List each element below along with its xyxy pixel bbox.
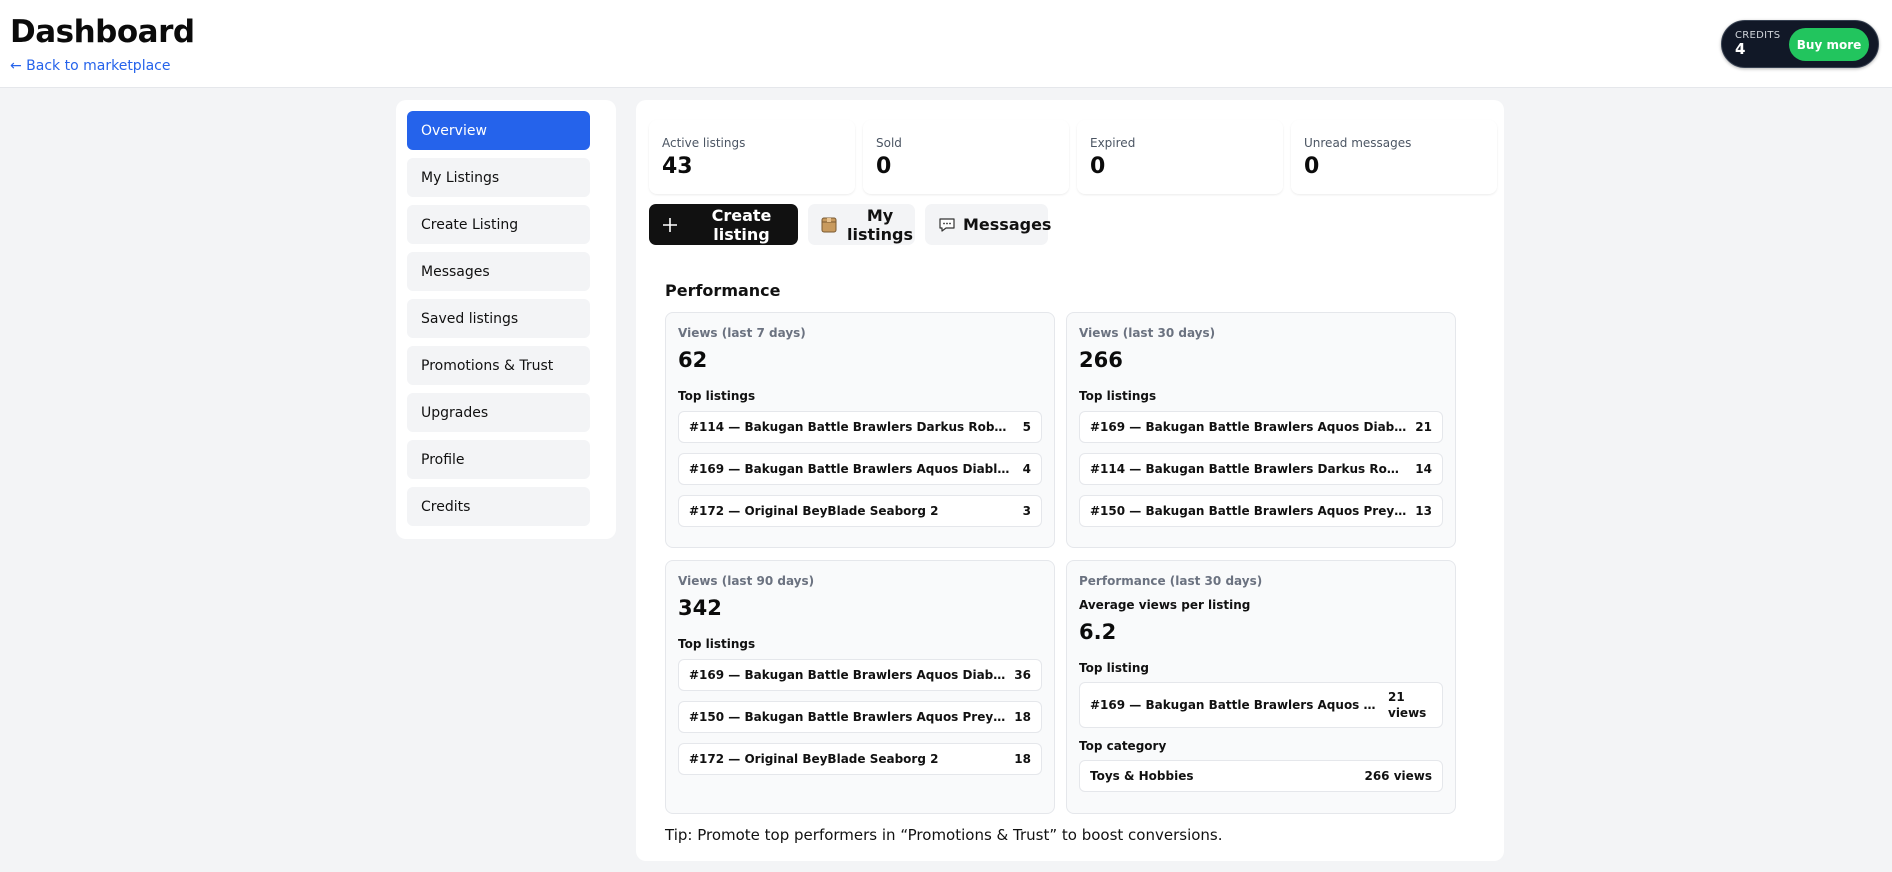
listing-title: #150 — Bakugan Battle Brawlers Aquos Pre…: [1090, 504, 1408, 518]
category-title: Toys & Hobbies: [1090, 769, 1194, 783]
card-value: 62: [678, 348, 708, 372]
listing-count: 3: [1022, 504, 1031, 518]
list-item[interactable]: #169 — Bakugan Battle Brawlers Aquos Dia…: [678, 453, 1042, 485]
top-category-label: Top category: [1079, 739, 1167, 753]
box-icon: [820, 216, 838, 234]
list-item[interactable]: #172 — Original BeyBlade Seaborg 2 18: [678, 743, 1042, 775]
listing-title: #114 — Bakugan Battle Brawlers Darkus Ro…: [689, 420, 1015, 434]
performance-summary-card: Performance (last 30 days) Average views…: [1066, 560, 1456, 814]
credits-widget: CREDITS 4 Buy more: [1721, 20, 1879, 68]
sidebar-item-messages[interactable]: Messages: [407, 252, 590, 291]
stat-value: 0: [1304, 154, 1320, 179]
top-category-row[interactable]: Toys & Hobbies 266 views: [1079, 760, 1443, 792]
listing-title: #169 — Bakugan Battle Brawlers Aquos Dia…: [1090, 420, 1407, 434]
sidebar-item-create-listing[interactable]: Create Listing: [407, 205, 590, 244]
stat-card-expired: Expired 0: [1077, 120, 1283, 194]
card-label: Views (last 7 days): [678, 326, 806, 340]
plus-icon: [662, 217, 678, 233]
listing-count: 18: [1014, 752, 1031, 766]
sidebar-item-profile[interactable]: Profile: [407, 440, 590, 479]
listing-count: 18: [1014, 710, 1031, 724]
top-listing-row[interactable]: #169 — Bakugan Battle Brawlers Aquos Dia…: [1079, 682, 1443, 728]
listing-title: #150 — Bakugan Battle Brawlers Aquos Pre…: [689, 710, 1007, 724]
listing-title: #169 — Bakugan Battle Brawlers Aquos Dia…: [689, 462, 1015, 476]
listing-count: 21 views: [1388, 690, 1427, 720]
category-count: 266 views: [1364, 769, 1432, 783]
sidebar-item-my-listings[interactable]: My Listings: [407, 158, 590, 197]
messages-button[interactable]: Messages: [925, 204, 1052, 245]
list-item[interactable]: #114 — Bakugan Battle Brawlers Darkus Ro…: [1079, 453, 1443, 485]
list-item[interactable]: #150 — Bakugan Battle Brawlers Aquos Pre…: [1079, 495, 1443, 527]
credits-value: 4: [1735, 40, 1746, 58]
listing-title: #169 — Bakugan Battle Brawlers Aquos Dia…: [1090, 698, 1380, 712]
tip-text: Tip: Promote top performers in “Promotio…: [665, 826, 1223, 844]
sidebar-item-promotions-trust[interactable]: Promotions & Trust: [407, 346, 590, 385]
card-value: 342: [678, 596, 722, 620]
listing-title: #169 — Bakugan Battle Brawlers Aquos Dia…: [689, 668, 1006, 682]
stat-label: Unread messages: [1304, 136, 1412, 150]
views-30-days-card: Views (last 30 days) 266 Top listings #1…: [1066, 312, 1456, 548]
page-title: Dashboard: [10, 14, 195, 50]
avg-views-value: 6.2: [1079, 620, 1117, 644]
card-value: 266: [1079, 348, 1123, 372]
list-item[interactable]: #114 — Bakugan Battle Brawlers Darkus Ro…: [678, 411, 1042, 443]
top-header: Dashboard ← Back to marketplace CREDITS …: [0, 0, 1892, 88]
listing-count: 4: [1022, 462, 1031, 476]
sidebar-item-upgrades[interactable]: Upgrades: [407, 393, 590, 432]
listing-count: 5: [1022, 420, 1031, 434]
stat-card-sold: Sold 0: [863, 120, 1069, 194]
performance-heading: Performance: [665, 281, 781, 300]
create-listing-label: Create listing: [711, 205, 772, 244]
my-listings-button[interactable]: My listings: [808, 204, 915, 245]
sidebar-item-credits[interactable]: Credits: [407, 487, 590, 526]
stat-card-unread-messages: Unread messages 0: [1291, 120, 1497, 194]
listing-count: 21: [1415, 420, 1432, 434]
stat-value: 0: [876, 154, 892, 179]
listing-title: #114 — Bakugan Battle Brawlers Darkus Ro…: [1090, 462, 1408, 476]
sidebar: Overview My Listings Create Listing Mess…: [396, 100, 616, 539]
listing-count: 36: [1014, 668, 1031, 682]
buy-more-button[interactable]: Buy more: [1789, 28, 1869, 61]
stat-card-active-listings: Active listings 43: [649, 120, 855, 194]
listing-count: 14: [1415, 462, 1432, 476]
list-item[interactable]: #169 — Bakugan Battle Brawlers Aquos Dia…: [1079, 411, 1443, 443]
top-listings-label: Top listings: [1079, 389, 1157, 403]
list-item[interactable]: #172 — Original BeyBlade Seaborg 2 3: [678, 495, 1042, 527]
stat-value: 0: [1090, 154, 1106, 179]
create-listing-button[interactable]: Create listing: [649, 204, 798, 245]
my-listings-label: My listings: [847, 205, 913, 244]
stat-label: Sold: [876, 136, 902, 150]
views-7-days-card: Views (last 7 days) 62 Top listings #114…: [665, 312, 1055, 548]
list-item[interactable]: #169 — Bakugan Battle Brawlers Aquos Dia…: [678, 659, 1042, 691]
card-label: Performance (last 30 days): [1079, 574, 1263, 588]
main-panel: Active listings 43 Sold 0 Expired 0 Unre…: [636, 100, 1504, 861]
back-to-marketplace-link[interactable]: ← Back to marketplace: [10, 58, 170, 74]
messages-label: Messages: [963, 215, 1052, 234]
avg-views-label: Average views per listing: [1079, 598, 1251, 612]
top-listings-label: Top listings: [678, 637, 756, 651]
sidebar-item-saved-listings[interactable]: Saved listings: [407, 299, 590, 338]
chat-bubble-icon: [938, 216, 956, 234]
top-listing-label: Top listing: [1079, 661, 1149, 675]
sidebar-item-overview[interactable]: Overview: [407, 111, 590, 150]
stat-label: Expired: [1090, 136, 1136, 150]
stat-value: 43: [662, 154, 693, 179]
listing-count: 13: [1415, 504, 1432, 518]
card-label: Views (last 90 days): [678, 574, 815, 588]
views-90-days-card: Views (last 90 days) 342 Top listings #1…: [665, 560, 1055, 814]
stat-label: Active listings: [662, 136, 746, 150]
list-item[interactable]: #150 — Bakugan Battle Brawlers Aquos Pre…: [678, 701, 1042, 733]
card-label: Views (last 30 days): [1079, 326, 1216, 340]
listing-title: #172 — Original BeyBlade Seaborg 2: [689, 752, 939, 766]
listing-title: #172 — Original BeyBlade Seaborg 2: [689, 504, 939, 518]
top-listings-label: Top listings: [678, 389, 756, 403]
